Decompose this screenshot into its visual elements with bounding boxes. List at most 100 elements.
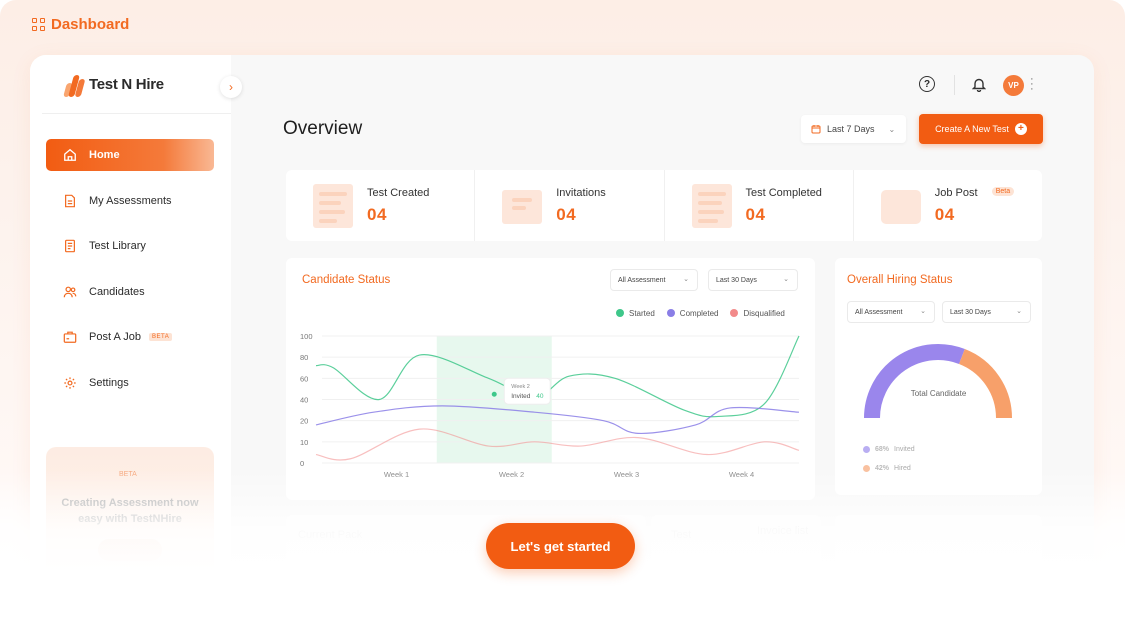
tooltip-value: 40 xyxy=(536,393,544,400)
page-label: Dashboard xyxy=(32,16,129,33)
ghost-title: Invoice list xyxy=(757,525,809,537)
stat-value: 04 xyxy=(934,205,955,224)
card-title: Candidate Status xyxy=(302,274,391,286)
chevron-down-icon: ⌄ xyxy=(783,276,789,283)
sidebar: Test N Hire Home My Assessments Test Lib… xyxy=(30,55,231,575)
get-started-button[interactable]: Let's get started xyxy=(486,523,635,569)
avatar[interactable]: VP xyxy=(1003,75,1024,96)
legend-item: 68% Invited xyxy=(863,446,915,453)
plus-icon: + xyxy=(1014,123,1027,135)
checklist-icon xyxy=(691,184,732,228)
period-filter-select[interactable]: Last 30 Days ⌄ xyxy=(942,301,1031,323)
series-line-disqualified xyxy=(315,428,800,461)
x-tick-label: Week 1 xyxy=(384,470,409,479)
select-value: Last 30 Days xyxy=(716,276,757,284)
assessment-filter-select[interactable]: All Assessment ⌄ xyxy=(610,269,698,291)
series-line-started xyxy=(315,335,800,418)
sidebar-item-settings[interactable]: Settings xyxy=(46,367,214,399)
chevron-down-icon: ⌄ xyxy=(683,276,689,283)
hiring-status-gauge xyxy=(864,344,1012,419)
stat-value: 04 xyxy=(367,205,387,224)
x-tick-label: Week 4 xyxy=(729,470,754,479)
legend-item: 42% Hired xyxy=(863,465,911,472)
promo-beta-badge: BETA xyxy=(119,471,137,478)
legend-item[interactable]: Started xyxy=(616,309,655,318)
period-filter-select[interactable]: Last 30 Days ⌄ xyxy=(708,269,798,291)
y-tick-label: 10 xyxy=(300,438,308,447)
bell-icon[interactable] xyxy=(971,77,987,97)
tooltip-metric: Invited xyxy=(511,393,531,400)
sidebar-item-my-assessments[interactable]: My Assessments xyxy=(46,185,214,217)
envelope-icon xyxy=(502,190,543,224)
candidate-status-card: 0 10 20 40 60 80 100 Week 1 Week 2 Week 3 Week 4 We… xyxy=(286,258,815,500)
create-new-test-label: Create A New Test xyxy=(935,124,1009,134)
sidebar-item-post-a-job[interactable]: Post A Job BETA xyxy=(46,321,214,353)
sidebar-item-label: Candidates xyxy=(89,285,145,298)
briefcase-icon xyxy=(880,190,921,224)
brand-name: Test N Hire xyxy=(89,75,164,93)
assessment-filter-select[interactable]: All Assessment ⌄ xyxy=(847,301,935,323)
beta-badge: Beta xyxy=(991,187,1015,196)
sidebar-nav: Home My Assessments Test Library Candida… xyxy=(46,139,214,412)
brand-logo[interactable]: Test N Hire xyxy=(63,71,164,97)
promo-card: BETA Creating Assessment now easy with T… xyxy=(46,447,214,575)
sidebar-item-label: Settings xyxy=(89,376,129,389)
invoice-list-card: Invoice list xyxy=(757,515,1042,575)
stat-label: Test Completed xyxy=(745,187,822,199)
gauge-segment-invited[interactable] xyxy=(864,344,965,419)
chart-legend: Started Completed Disqualified xyxy=(616,309,785,318)
beta-badge: BETA xyxy=(148,333,173,341)
date-range-select[interactable]: Last 7 Days ⌄ xyxy=(801,115,906,143)
create-new-test-button[interactable]: Create A New Test + xyxy=(919,114,1043,144)
legend-item[interactable]: Completed xyxy=(666,309,718,318)
stat-label: Job Post xyxy=(934,187,978,199)
sidebar-item-home[interactable]: Home xyxy=(46,139,214,171)
promo-button[interactable] xyxy=(98,539,162,561)
gear-icon xyxy=(63,376,77,390)
sidebar-collapse-button[interactable]: › xyxy=(220,76,242,98)
gauge-center-label: Total Candidate xyxy=(910,389,967,398)
kebab-menu-icon[interactable]: · · · xyxy=(1030,74,1034,95)
y-tick-label: 20 xyxy=(300,417,308,426)
x-tick-label: Week 2 xyxy=(499,470,524,479)
ghost-title: Test xyxy=(671,529,692,541)
stat-test-created[interactable]: Test Created 04 xyxy=(286,170,476,241)
sidebar-item-candidates[interactable]: Candidates xyxy=(46,276,214,308)
sidebar-item-label: Test Library xyxy=(89,240,146,252)
y-tick-label: 0 xyxy=(300,459,304,468)
promo-text: Creating Assessment now easy with TestNH… xyxy=(61,497,199,525)
sidebar-item-label: My Assessments xyxy=(89,194,172,207)
page-title: Overview xyxy=(283,118,363,139)
test-card: Test xyxy=(651,515,821,575)
x-tick-label: Week 3 xyxy=(614,470,639,479)
chevron-right-icon: › xyxy=(229,80,233,94)
sidebar-item-test-library[interactable]: Test Library xyxy=(46,230,214,262)
y-tick-label: 60 xyxy=(300,374,308,383)
grid-icon xyxy=(32,18,45,31)
stat-test-completed[interactable]: Test Completed 04 xyxy=(665,170,854,241)
users-icon xyxy=(63,285,77,299)
stat-label: Test Created xyxy=(367,187,430,199)
topbar-divider xyxy=(954,75,955,95)
gauge-segment-hired[interactable] xyxy=(958,349,1012,419)
legend-item[interactable]: Disqualified xyxy=(730,309,785,318)
y-tick-label: 100 xyxy=(300,332,313,341)
sidebar-divider xyxy=(42,113,231,114)
stat-job-post[interactable]: Job Post Beta 04 xyxy=(854,170,1042,241)
select-value: All Assessment xyxy=(855,308,903,316)
home-icon xyxy=(63,148,77,162)
series-line-completed xyxy=(315,405,800,434)
select-value: All Assessment xyxy=(618,276,666,284)
library-icon xyxy=(63,239,77,253)
logo-mark-icon xyxy=(63,71,86,97)
job-icon xyxy=(63,330,77,344)
tooltip-box xyxy=(503,377,551,405)
document-icon xyxy=(63,194,77,208)
stat-invitations[interactable]: Invitations 04 xyxy=(475,170,665,241)
stats-bar: Test Created 04 Invitations 04 Test Comp… xyxy=(286,170,1042,241)
candidate-status-chart: 0 10 20 40 60 80 100 Week 1 Week 2 Week 3 Week 4 We… xyxy=(300,332,800,479)
calendar-icon xyxy=(811,125,821,134)
sidebar-item-label: Post A Job xyxy=(89,331,141,343)
help-icon[interactable]: ? xyxy=(919,76,935,92)
stat-value: 04 xyxy=(556,205,577,224)
